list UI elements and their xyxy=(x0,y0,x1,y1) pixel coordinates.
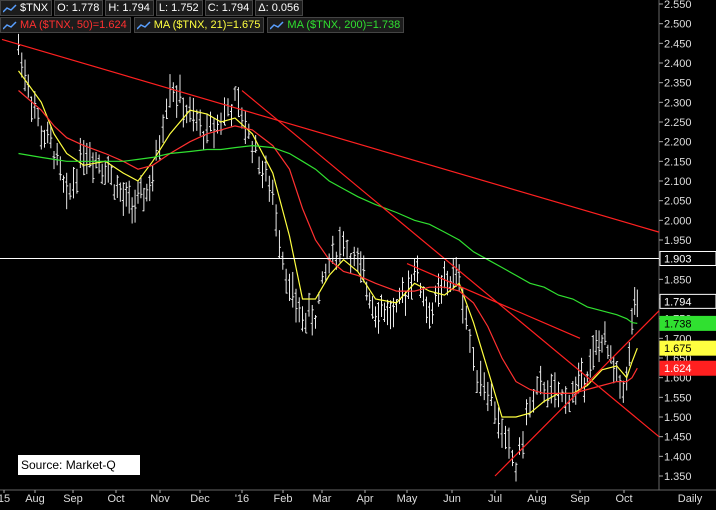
change-box: Δ: 0.056 xyxy=(255,0,304,16)
y-tick-label: 2.500 xyxy=(664,19,692,31)
x-tick-label: Mar xyxy=(313,493,332,505)
high-value: H: 1.794 xyxy=(108,2,150,14)
open-value: O: 1.778 xyxy=(57,2,100,14)
low-box: L: 1.752 xyxy=(155,0,203,16)
x-tick-label: Oct xyxy=(615,493,632,505)
y-tick-label: 1.850 xyxy=(664,274,692,286)
y-tick-label: 1.500 xyxy=(664,412,692,424)
price-tag-label: 1.675 xyxy=(664,343,692,355)
y-tick-label: 2.100 xyxy=(664,176,692,188)
x-tick-label: Feb xyxy=(274,493,293,505)
x-tick-label: Aug xyxy=(527,493,547,505)
y-tick-label: 1.950 xyxy=(664,235,692,247)
x-tick-label: Dec xyxy=(190,493,210,505)
high-box: H: 1.794 xyxy=(105,0,154,16)
level-tag-label: 1.903 xyxy=(664,253,692,265)
legend-ma50-label: MA ($TNX, 50)=1.624 xyxy=(20,19,127,31)
x-tick-label: Oct xyxy=(107,493,124,505)
ohlc-header: $TNX O: 1.778 H: 1.794 L: 1.752 C: 1.794… xyxy=(0,0,304,16)
y-tick-label: 2.350 xyxy=(664,78,692,90)
ma-legend: MA ($TNX, 50)=1.624 MA ($TNX, 21)=1.675 … xyxy=(0,17,405,33)
open-box: O: 1.778 xyxy=(54,0,104,16)
price-tag-label: 1.794 xyxy=(664,296,692,308)
x-tick-label: Jun xyxy=(443,493,461,505)
y-tick-label: 2.550 xyxy=(664,0,692,11)
close-box: C: 1.794 xyxy=(204,0,254,16)
x-tick-label: Sep xyxy=(570,493,590,505)
y-tick-label: 2.250 xyxy=(664,117,692,129)
x-tick-label: 15 xyxy=(0,493,10,505)
y-tick-label: 2.200 xyxy=(664,137,692,149)
source-label: Source: Market-Q xyxy=(18,455,140,475)
y-tick-label: 1.450 xyxy=(664,432,692,444)
y-tick-label: 2.300 xyxy=(664,97,692,109)
y-tick-label: 2.000 xyxy=(664,215,692,227)
price-tag-label: 1.624 xyxy=(664,363,692,375)
x-tick-label: May xyxy=(397,493,418,505)
scale-label: Daily xyxy=(678,493,703,505)
y-tick-label: 1.350 xyxy=(664,471,692,483)
x-tick-label: Nov xyxy=(150,493,170,505)
price-tag-label: 1.738 xyxy=(664,318,692,330)
legend-ma50[interactable]: MA ($TNX, 50)=1.624 xyxy=(0,17,131,33)
x-tick-label: Aug xyxy=(25,493,45,505)
chart-canvas: 2.550 2.500 2.450 2.400 2.350 2.300 2.250 2.200… xyxy=(0,0,716,505)
line-chart-icon xyxy=(136,20,151,30)
change-value: Δ: 0.056 xyxy=(258,2,300,14)
symbol-box[interactable]: $TNX xyxy=(0,0,53,16)
symbol-label: $TNX xyxy=(20,2,49,14)
low-value: L: 1.752 xyxy=(158,2,199,14)
x-tick-label: Sep xyxy=(63,493,83,505)
y-tick-label: 1.400 xyxy=(664,451,692,463)
stock-chart: 2.550 2.500 2.450 2.400 2.350 2.300 2.250 2.200… xyxy=(0,0,716,505)
legend-ma200[interactable]: MA ($TNX, 200)=1.738 xyxy=(267,17,405,33)
legend-ma21-label: MA ($TNX, 21)=1.675 xyxy=(153,19,261,31)
y-tick-label: 2.450 xyxy=(664,38,692,50)
x-tick-label: Apr xyxy=(356,493,373,505)
y-tick-label: 2.050 xyxy=(664,196,692,208)
bar-chart-icon xyxy=(2,3,17,13)
line-chart-icon xyxy=(2,20,17,30)
close-value: C: 1.794 xyxy=(207,2,250,14)
legend-ma200-label: MA ($TNX, 200)=1.738 xyxy=(287,19,401,31)
y-tick-label: 2.400 xyxy=(664,58,692,70)
x-tick-label: Jul xyxy=(488,493,502,505)
y-tick-label: 2.150 xyxy=(664,156,692,168)
y-tick-label: 1.550 xyxy=(664,392,692,404)
line-chart-icon xyxy=(269,20,284,30)
legend-ma21[interactable]: MA ($TNX, 21)=1.675 xyxy=(133,17,265,33)
x-tick-label: '16 xyxy=(235,493,249,505)
